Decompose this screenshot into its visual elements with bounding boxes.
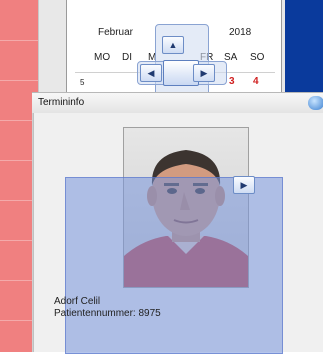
arrow-left-icon: ◀ [147, 68, 155, 78]
dock-top-button[interactable]: ▲ [162, 36, 184, 54]
weekday-so: SO [250, 52, 265, 63]
weekday-sa: SA [224, 52, 238, 63]
day-sunday[interactable]: 4 [253, 76, 259, 87]
day-saturday[interactable]: 3 [229, 76, 235, 87]
weekday-mo: MO [94, 52, 111, 63]
calendar-month: Februar [98, 27, 134, 38]
help-icon[interactable] [308, 96, 323, 110]
weekday-di: DI [122, 52, 132, 63]
dock-preview-overlay [65, 177, 283, 354]
arrow-right-icon: ▶ [240, 180, 248, 190]
patient-name: Adorf Celil [54, 296, 101, 307]
week-number: 5 [80, 78, 85, 87]
calendar-year: 2018 [229, 27, 252, 38]
window-title-bar[interactable]: Termininfo [32, 92, 323, 114]
dock-left-button[interactable]: ◀ [140, 64, 162, 82]
window-title: Termininfo [38, 97, 85, 108]
content-border [33, 113, 34, 352]
right-blue-panel [285, 0, 323, 92]
arrow-up-icon: ▲ [168, 40, 178, 50]
row-divider [0, 80, 38, 81]
patient-id: Patientennummer: 8975 [54, 308, 161, 319]
dock-right-button[interactable]: ▶ [193, 64, 215, 82]
row-divider [0, 40, 38, 41]
dock-side-right-button[interactable]: ▶ [233, 176, 255, 194]
arrow-right-icon: ▶ [200, 68, 208, 78]
